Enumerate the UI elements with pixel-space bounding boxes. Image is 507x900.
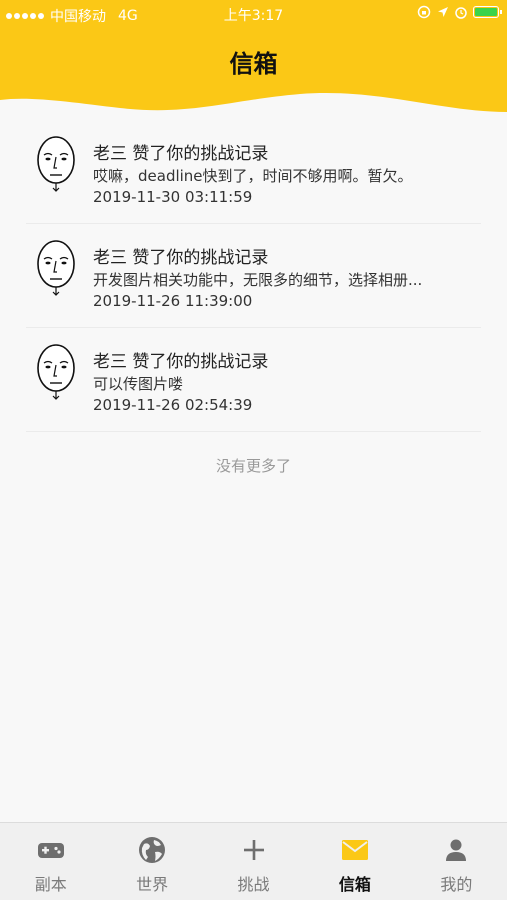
avatar-face-sketch-icon[interactable] [36, 239, 76, 297]
message-title: 老三 赞了你的挑战记录 [93, 352, 269, 372]
status-bar: 中国移动 4G 上午3:17 [0, 0, 507, 28]
page-title: 信箱 [229, 50, 278, 78]
message-title: 老三 赞了你的挑战记录 [93, 248, 269, 268]
tab-dungeon[interactable]: 副本 [0, 823, 101, 900]
globe-icon [139, 837, 166, 863]
message-content: 开发图片相关功能中，无限多的细节，选择相册... [93, 271, 423, 289]
plus-icon [243, 840, 264, 860]
message-title: 老三 赞了你的挑战记录 [93, 144, 269, 164]
alarm-icon [455, 7, 467, 19]
tab-label: 我的 [440, 875, 473, 894]
tab-label: 世界 [136, 875, 169, 894]
battery-icon [473, 6, 502, 18]
message-time: 2019-11-26 02:54:39 [93, 396, 253, 414]
person-icon [446, 839, 467, 861]
tab-world[interactable]: 世界 [101, 823, 202, 900]
message-content: 哎嘛，deadline快到了，时间不够用啊。暂欠。 [93, 167, 413, 185]
tab-label: 副本 [34, 875, 67, 894]
tab-label: 信箱 [338, 875, 371, 894]
tab-profile[interactable]: 我的 [406, 823, 507, 900]
tab-challenge[interactable]: 挑战 [203, 823, 304, 900]
gamepad-icon [37, 843, 64, 858]
mail-icon [341, 840, 368, 860]
list-end-text: 没有更多了 [215, 457, 291, 475]
avatar-face-sketch-icon[interactable] [36, 343, 76, 401]
message-list: 老三 赞了你的挑战记录 哎嘛，deadline快到了，时间不够用啊。暂欠。 20… [0, 120, 507, 432]
location-arrow-icon [438, 7, 448, 17]
message-item[interactable]: 老三 赞了你的挑战记录 哎嘛，deadline快到了，时间不够用啊。暂欠。 20… [26, 120, 481, 224]
header: 中国移动 4G 上午3:17 信箱 [0, 0, 507, 120]
bottom-tab-bar: 副本 世界 挑战 信箱 我的 [0, 822, 507, 900]
message-item[interactable]: 老三 赞了你的挑战记录 可以传图片喽 2019-11-26 02:54:39 [26, 328, 481, 432]
tab-label: 挑战 [237, 875, 270, 894]
message-item[interactable]: 老三 赞了你的挑战记录 开发图片相关功能中，无限多的细节，选择相册... 201… [26, 224, 481, 328]
rotation-lock-icon [417, 5, 431, 19]
status-right [417, 5, 502, 19]
tab-mailbox[interactable]: 信箱 [304, 823, 405, 900]
avatar-face-sketch-icon[interactable] [36, 135, 76, 193]
message-time: 2019-11-26 11:39:00 [93, 292, 253, 310]
message-content: 可以传图片喽 [93, 375, 184, 393]
message-time: 2019-11-30 03:11:59 [93, 188, 253, 206]
